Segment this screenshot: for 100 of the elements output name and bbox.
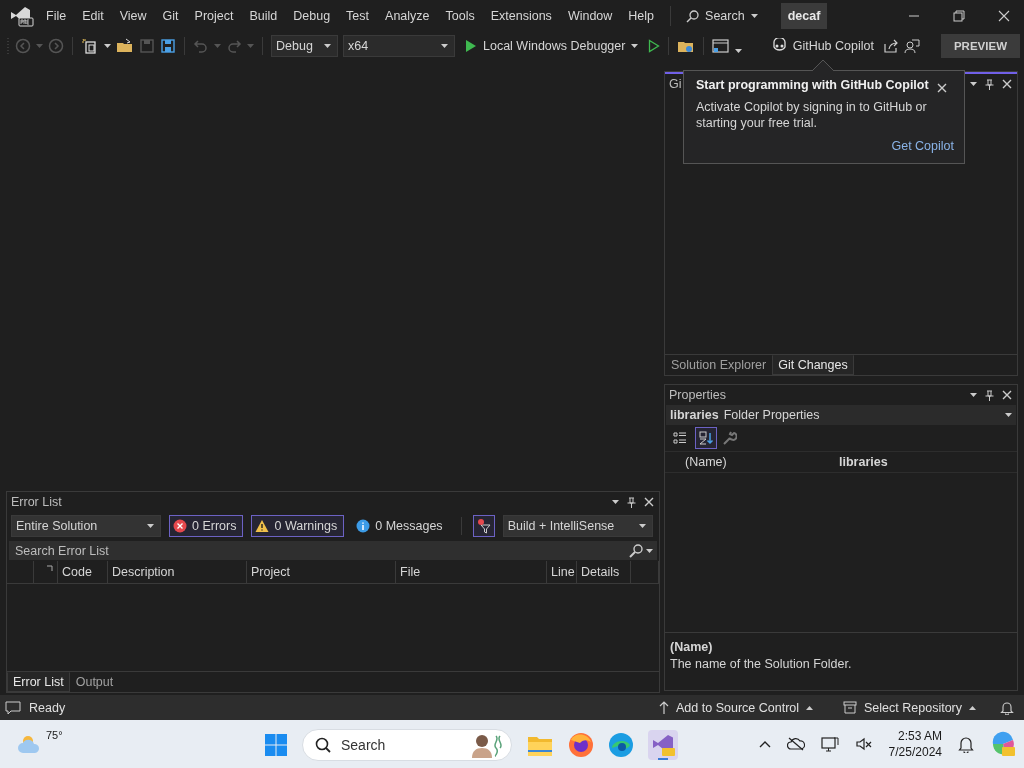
app-icon[interactable]: [648, 730, 678, 760]
figure-icon: [469, 732, 503, 758]
repository-button[interactable]: Select Repository: [837, 697, 982, 718]
browser-icon[interactable]: [568, 732, 594, 758]
filter-toggle[interactable]: 0 Messages: [352, 515, 450, 537]
object-type: Folder Properties: [723, 408, 820, 422]
popup-text: Activate Copilot by signing in to GitHub or starting your free trial.: [696, 99, 928, 131]
menu-item[interactable]: Build: [241, 5, 286, 27]
colorful-app-icon[interactable]: [990, 731, 1016, 757]
logo-icon[interactable]: [10, 5, 34, 27]
caret-icon[interactable]: [612, 500, 619, 504]
scope-dropdown[interactable]: Entire Solution: [11, 515, 161, 537]
copilot-button[interactable]: GitHub Copilot: [766, 35, 878, 57]
search-icon: [629, 543, 643, 558]
notification-icon: [5, 700, 21, 715]
share-icon[interactable]: [882, 38, 899, 54]
panel-tab[interactable]: Git Changes: [772, 355, 854, 375]
property-name[interactable]: (Name): [665, 455, 839, 469]
pin-icon[interactable]: [626, 496, 637, 508]
column-header[interactable]: Description: [108, 561, 247, 583]
display-icon[interactable]: [820, 736, 839, 752]
search-bar[interactable]: Search Error List: [9, 541, 657, 560]
platform-dropdown[interactable]: x64: [343, 35, 455, 57]
alphabetical-sort-icon: [698, 430, 714, 446]
solution-name[interactable]: decaf: [780, 3, 828, 29]
search-bar[interactable]: Search: [302, 729, 512, 761]
browser-icon[interactable]: [608, 732, 634, 758]
menu-item[interactable]: Analyze: [377, 5, 438, 27]
source-dropdown[interactable]: Build + IntelliSense: [502, 515, 653, 537]
menu-item[interactable]: Extensions: [482, 5, 560, 27]
close-icon[interactable]: [644, 497, 654, 507]
menu-item[interactable]: Debug: [285, 5, 339, 27]
menu-item[interactable]: File: [38, 5, 75, 27]
caret-icon: [324, 44, 331, 48]
panel-tab[interactable]: Output: [69, 672, 120, 692]
source-control-button[interactable]: Add to Source Control: [653, 697, 820, 718]
panel-title: Error List: [11, 495, 62, 509]
bell-icon[interactable]: [1000, 700, 1014, 715]
warning-icon: [255, 519, 270, 533]
error-icon: [173, 519, 187, 533]
search-button[interactable]: Search: [679, 5, 765, 27]
folder-icon[interactable]: [116, 38, 134, 54]
column-header[interactable]: Line: [547, 561, 577, 583]
preview-button[interactable]: PREVIEW: [940, 34, 1020, 58]
caret-icon[interactable]: [970, 82, 977, 86]
close-icon[interactable]: [937, 83, 947, 93]
window-icon[interactable]: [712, 38, 731, 54]
clock[interactable]: 2:53 AM 7/25/2024: [888, 728, 942, 760]
sort-mode-button[interactable]: [695, 427, 717, 449]
menu-item[interactable]: Window: [559, 5, 621, 27]
caret-icon: [631, 44, 639, 48]
search-icon: [686, 9, 700, 23]
filter-toggle[interactable]: 0 Errors: [169, 515, 244, 537]
menu-item[interactable]: Tools: [437, 5, 483, 27]
close-icon[interactable]: [1002, 79, 1012, 89]
description-title: (Name): [670, 639, 714, 656]
caret-icon: [750, 14, 758, 18]
panel-tab[interactable]: Error List: [7, 672, 70, 692]
play-outline-icon[interactable]: [648, 39, 661, 53]
get-copilot-link[interactable]: Get Copilot: [891, 139, 954, 153]
play-icon: [465, 39, 477, 53]
up-arrow-icon: [659, 700, 670, 715]
caret-icon[interactable]: [735, 49, 743, 53]
info-icon: [356, 519, 371, 533]
pin-icon[interactable]: [984, 78, 995, 90]
chevron-up-icon[interactable]: [758, 740, 771, 748]
menu-item[interactable]: Project: [186, 5, 242, 27]
property-value[interactable]: libraries: [839, 455, 1017, 469]
column-header[interactable]: Project: [247, 561, 396, 583]
bell-icon[interactable]: [958, 735, 974, 753]
caret-icon: [646, 548, 653, 553]
start-debugging-button[interactable]: Local Windows Debugger: [460, 36, 644, 56]
caret-icon[interactable]: [970, 393, 977, 397]
caret-icon[interactable]: [104, 44, 111, 48]
column-header[interactable]: Code: [58, 561, 108, 583]
column-header[interactable]: Details: [577, 561, 631, 583]
wrench-icon[interactable]: [721, 430, 737, 446]
search-input[interactable]: Search Error List: [13, 543, 626, 558]
object-selector[interactable]: libraries Folder Properties: [666, 405, 1016, 425]
close-icon[interactable]: [1002, 390, 1012, 400]
search-input[interactable]: Search: [339, 737, 461, 753]
popup-title: Start programming with GitHub Copilot: [696, 78, 929, 92]
cloud-off-icon[interactable]: [786, 737, 805, 751]
menu-item[interactable]: Edit: [74, 5, 112, 27]
new-item-icon[interactable]: [81, 38, 99, 54]
feedback-icon[interactable]: [903, 38, 920, 54]
menu-item[interactable]: View: [111, 5, 155, 27]
save-all-icon[interactable]: [160, 38, 176, 54]
configuration-dropdown[interactable]: Debug: [271, 35, 338, 57]
menu-item[interactable]: Git: [154, 5, 187, 27]
filter-toggle[interactable]: 0 Warnings: [251, 515, 345, 537]
start-icon[interactable]: [264, 733, 288, 757]
caret-icon: [969, 705, 976, 710]
pin-icon[interactable]: [984, 389, 995, 401]
menu-item[interactable]: Help: [620, 5, 663, 27]
filter-button[interactable]: [472, 515, 495, 537]
speaker-mute-icon[interactable]: [854, 736, 873, 752]
panel-tab[interactable]: Solution Explorer: [665, 355, 773, 375]
menu-item[interactable]: Test: [338, 5, 378, 27]
column-header[interactable]: File: [396, 561, 547, 583]
